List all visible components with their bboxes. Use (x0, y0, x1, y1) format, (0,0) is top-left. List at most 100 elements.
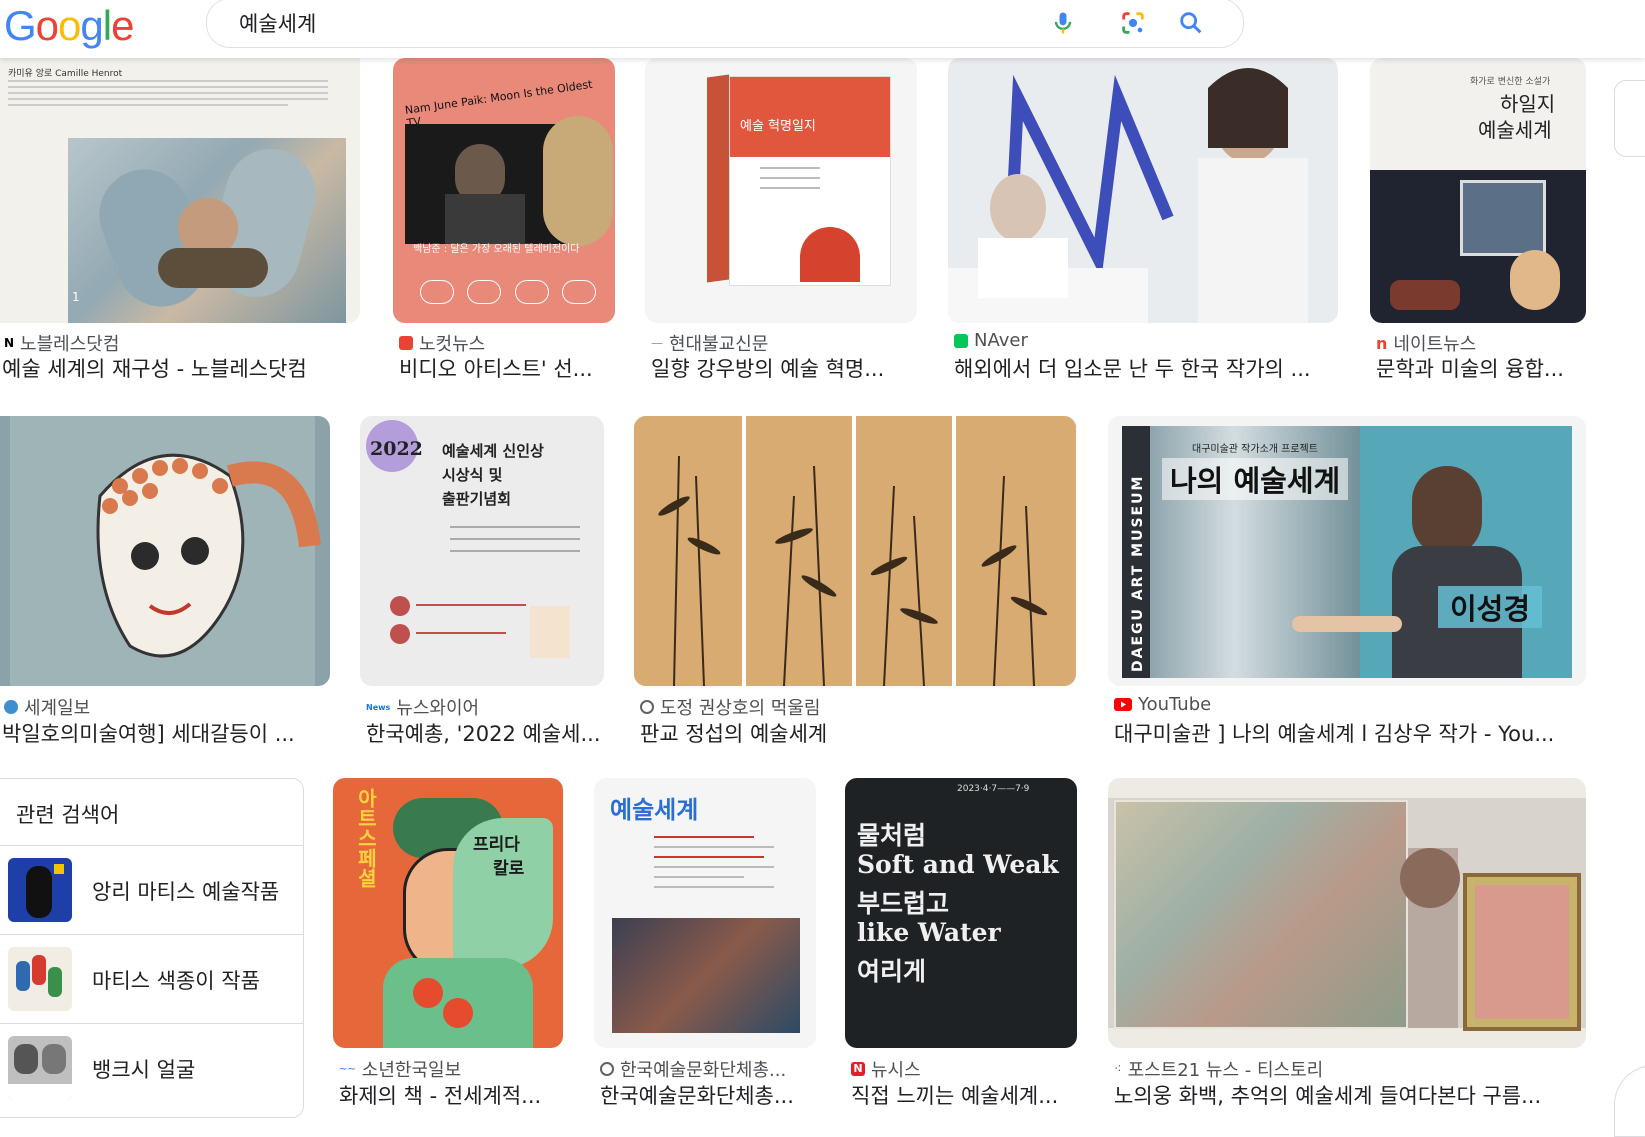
result-thumbnail (634, 416, 1076, 686)
image-result-card[interactable]: 세계일보 박일호의미술여행] 세대갈등이 ... (0, 416, 330, 756)
result-source: 도정 권상호의 먹울림 (640, 694, 820, 720)
result-title[interactable]: 비디오 아티스트' 선... (399, 353, 614, 383)
result-title[interactable]: 대구미술관 ] 나의 예술세계 l 김상우 작가 - You... (1114, 718, 1584, 748)
related-thumbnail (8, 858, 72, 922)
logo-letter: o (35, 2, 59, 49)
sonyeon-favicon: ~~ (339, 1063, 356, 1075)
thumbnail-line: 물처럼 (857, 821, 927, 850)
google-lens-icon[interactable] (1119, 9, 1147, 37)
microphone-icon[interactable] (1049, 9, 1077, 37)
thumbnail-vertical-text: 아트스페셜 (354, 788, 378, 888)
related-search-label: 뱅크시 얼굴 (92, 1058, 196, 1082)
related-thumbnail (8, 947, 72, 1011)
result-title[interactable]: 박일호의미술여행] 세대갈등이 ... (2, 718, 312, 748)
search-input[interactable] (237, 7, 1021, 39)
result-source: ~~ 소년한국일보 (339, 1056, 461, 1082)
thumbnail-title: 예술세계 신인상 (442, 442, 544, 460)
nate-favicon: n (1376, 333, 1388, 353)
result-thumbnail: 화가로 변신한 소설가 하일지 예술세계 (1370, 58, 1586, 323)
image-result-card[interactable]: 2023·4·7——7·9 물처럼 Soft and Weak 부드럽고 lik… (845, 778, 1085, 1118)
logo-letter: e (111, 2, 134, 49)
thumbnail-caption: 카미유 앙로 Camille Henrot (8, 69, 123, 79)
thumbnail-subtitle: 대구미술관 작가소개 프로젝트 (1192, 444, 1318, 455)
thumbnail-name: 이성경 (1438, 586, 1543, 628)
image-result-card[interactable]: ⁖ 포스트21 뉴스 - 티스토리 노의웅 화백, 추억의 예술세계 들여다본다… (1108, 778, 1590, 1118)
image-result-card[interactable]: 아트스페셜 프리다 칼로 ~~ 소년한국일보 화제의 책 - 전세계적... (333, 778, 573, 1118)
nocut-favicon (399, 336, 413, 350)
related-search-item[interactable]: 뱅크시 얼굴 (0, 1023, 303, 1112)
logo-letter: o (58, 2, 81, 49)
source-label: 소년한국일보 (361, 1060, 462, 1081)
related-search-label: 마티스 색종이 작품 (92, 969, 260, 993)
result-title[interactable]: 한국예총, '2022 예술세... (366, 718, 606, 748)
hyundae-favicon: — (651, 336, 663, 350)
source-label: 뉴스와이어 (396, 698, 480, 719)
image-result-card[interactable]: NAver 해외에서 더 입소문 난 두 한국 작가의 ... (948, 58, 1348, 388)
related-searches-heading: 관련 검색어 (16, 803, 120, 827)
thumbnail-line: 부드럽고 (857, 889, 950, 918)
thumbnail-number: 1 (72, 290, 80, 304)
result-title[interactable]: 해외에서 더 입소문 난 두 한국 작가의 ... (954, 353, 1339, 383)
image-result-card[interactable]: 도정 권상호의 먹울림 판교 정섭의 예술세계 (634, 416, 1079, 756)
source-label: NAver (974, 330, 1028, 351)
image-result-card[interactable]: Nam June Paik: Moon Is the Oldest TV 백남준… (393, 58, 623, 388)
image-result-card[interactable]: 예술 혁명일지 — 현대불교신문 일향 강우방의 예술 혁명... (645, 58, 925, 388)
thumbnail-line: 여리게 (857, 957, 927, 986)
thumbnail-title: 출판기념회 (442, 490, 512, 508)
result-title[interactable]: 판교 정섭의 예술세계 (640, 718, 1070, 748)
result-thumbnail (1108, 778, 1586, 1048)
thumbnail-subtitle: 화가로 변신한 소설가 (1470, 77, 1551, 87)
thumbnail-title: 예술세계 (610, 796, 699, 824)
result-title[interactable]: 화제의 책 - 전세계적... (339, 1080, 567, 1110)
noblesse-favicon: N (4, 336, 15, 350)
logo-letter: G (4, 2, 37, 49)
related-thumbnail (8, 1036, 72, 1100)
result-thumbnail: DAEGU ART MUSEUM 대구미술관 작가소개 프로젝트 나의 예술세계… (1108, 416, 1586, 686)
result-title[interactable]: 문학과 미술의 융합... (1376, 353, 1576, 383)
result-source: News 뉴스와이어 (366, 694, 479, 720)
thumbnail-text: 예술 혁명일지 (740, 119, 816, 134)
thumbnail-title: 시상식 및 (442, 466, 503, 484)
related-search-item[interactable]: 앙리 마티스 예술작품 (0, 845, 303, 934)
globe-icon (600, 1062, 614, 1076)
result-title[interactable]: 노의웅 화백, 추억의 예술세계 들여다본다 구름... (1114, 1080, 1584, 1110)
result-thumbnail: 예술세계 (594, 778, 816, 1048)
thumbnail-title: 하일지 (1500, 92, 1556, 116)
source-label: 뉴시스 (871, 1060, 921, 1081)
segye-favicon (4, 700, 18, 714)
related-searches-panel: 관련 검색어 앙리 마티스 예술작품 마티스 색종이 작품 뱅크시 얼굴 (0, 778, 304, 1118)
result-thumbnail: 카미유 앙로 Camille Henrot 1 (0, 58, 360, 323)
image-result-card[interactable]: 화가로 변신한 소설가 하일지 예술세계 n 네이트뉴스 문학과 미술의 융합.… (1370, 58, 1590, 388)
result-thumbnail: 아트스페셜 프리다 칼로 (333, 778, 563, 1048)
image-result-card[interactable]: 카미유 앙로 Camille Henrot 1 N 노블레스닷컴 예술 세계의 … (0, 58, 360, 388)
newsis-favicon: N (851, 1062, 865, 1076)
result-thumbnail: 2022 예술세계 신인상 시상식 및 출판기념회 (360, 416, 604, 686)
result-thumbnail (948, 58, 1338, 323)
result-thumbnail (0, 416, 330, 686)
search-box (206, 0, 1244, 48)
logo-letter: g (80, 2, 103, 49)
result-thumbnail: 예술 혁명일지 (645, 58, 917, 323)
thumbnail-side-text: DAEGU ART MUSEUM (1130, 474, 1146, 672)
result-source: N 뉴시스 (851, 1056, 921, 1082)
thumbnail-line: like Water (857, 918, 1001, 947)
result-title[interactable]: 한국예술문화단체총... (600, 1080, 815, 1110)
google-logo[interactable]: Google (4, 2, 134, 50)
thumbnail-title: 프리다 (473, 835, 520, 855)
image-result-card[interactable]: DAEGU ART MUSEUM 대구미술관 작가소개 프로젝트 나의 예술세계… (1108, 416, 1590, 756)
result-title[interactable]: 예술 세계의 재구성 - 노블레스닷컴 (2, 353, 357, 383)
search-icon[interactable] (1177, 9, 1205, 37)
image-result-card[interactable]: 예술세계 한국예술문화단체총... 한국예술문화단체총... (594, 778, 819, 1118)
result-title[interactable]: 직접 느끼는 예술세계... (851, 1080, 1079, 1110)
source-label: 도정 권상호의 먹울림 (660, 698, 821, 719)
image-result-card[interactable]: 2022 예술세계 신인상 시상식 및 출판기념회 News 뉴스와이어 한국예… (360, 416, 610, 756)
thumbnail-title: 예술세계 (1478, 118, 1552, 142)
related-search-item[interactable]: 마티스 색종이 작품 (0, 934, 303, 1023)
result-source: YouTube (1114, 694, 1211, 715)
result-title[interactable]: 일향 강우방의 예술 혁명... (651, 353, 921, 383)
logo-letter: l (102, 2, 112, 49)
result-source: NAver (954, 330, 1028, 351)
result-thumbnail: Nam June Paik: Moon Is the Oldest TV 백남준… (393, 58, 615, 323)
thumbnail-subtitle: 백남준 : 달은 가장 오래된 텔레비전이다 (413, 244, 580, 255)
thumbnail-line: Soft and Weak (857, 850, 1059, 879)
